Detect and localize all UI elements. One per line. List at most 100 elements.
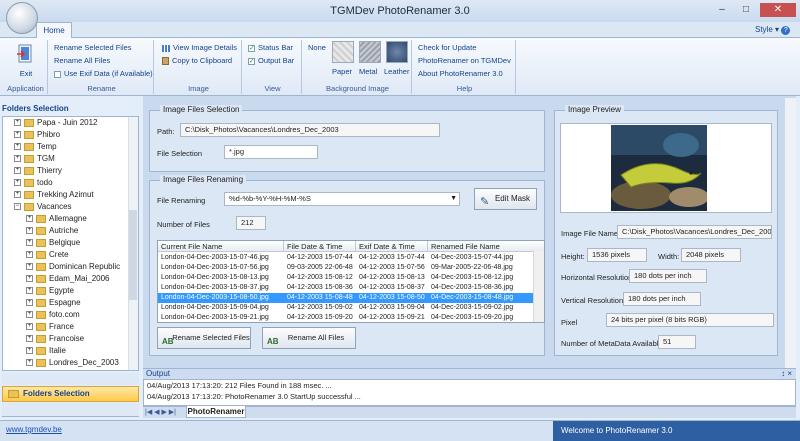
folder-tree-item[interactable]: + Crete: [26, 249, 69, 261]
main-scrollbar[interactable]: [785, 98, 796, 368]
exit-label[interactable]: Exit: [4, 69, 48, 78]
paper-texture-icon[interactable]: [332, 41, 354, 63]
copy-clipboard-button[interactable]: Copy to Clipboard: [162, 56, 232, 66]
expand-icon[interactable]: +: [26, 251, 33, 259]
expand-icon[interactable]: +: [14, 179, 21, 187]
expand-icon[interactable]: +: [26, 287, 33, 295]
output-pin-close[interactable]: ↕ ×: [781, 369, 792, 379]
expand-icon[interactable]: +: [26, 275, 33, 283]
folder-tree-item[interactable]: + Phibro: [14, 129, 60, 141]
output-bar-toggle[interactable]: ✓ Output Bar: [248, 56, 294, 65]
expand-icon[interactable]: +: [14, 143, 21, 151]
folder-tree-item[interactable]: + Egypte: [26, 285, 74, 297]
help-icon[interactable]: ?: [781, 26, 791, 35]
output-bar-checkbox[interactable]: ✓: [248, 57, 255, 65]
style-menu[interactable]: Style ▾ ?: [755, 25, 791, 35]
background-paper[interactable]: Paper: [332, 67, 352, 76]
view-details-button[interactable]: View Image Details: [162, 43, 237, 52]
table-row[interactable]: London-04-Dec-2003-15-07-56.jpg 09-03-200…: [158, 263, 534, 273]
expand-icon[interactable]: +: [26, 227, 33, 235]
background-none[interactable]: None: [308, 43, 326, 52]
file-selection-field[interactable]: *.jpg: [224, 145, 318, 159]
folder-tree-item[interactable]: + Italie: [26, 345, 66, 357]
tab-home[interactable]: Home: [36, 22, 72, 39]
table-row[interactable]: London-04-Dec-2003-15-08-37.jpg 04-12-200…: [158, 283, 534, 293]
nav-arrows[interactable]: |◀ ◀ ▶ ▶|: [145, 408, 176, 416]
folder-tree-item[interactable]: − Vacances: [14, 201, 72, 213]
tree-scroll-thumb[interactable]: [129, 210, 137, 300]
folder-tree-item[interactable]: + Espagne: [26, 297, 81, 309]
folder-tree-item[interactable]: + todo: [14, 177, 53, 189]
tgmdev-link[interactable]: PhotoRenamer on TGMDev: [418, 56, 511, 65]
expand-icon[interactable]: +: [26, 323, 33, 331]
folder-tree-item[interactable]: + France: [26, 321, 74, 333]
rename-all-button[interactable]: AB Rename All Files: [262, 327, 356, 349]
folder-tree-item[interactable]: + Thierry: [14, 165, 62, 177]
expand-icon[interactable]: +: [26, 299, 33, 307]
folders-selection-bar[interactable]: Folders Selection: [2, 386, 139, 402]
expand-icon[interactable]: +: [14, 191, 21, 199]
column-header-exif-date[interactable]: Exif Date & Time: [356, 241, 428, 252]
folder-tree-item[interactable]: + Londres_Dec_2003: [26, 357, 119, 369]
minimize-button[interactable]: –: [710, 3, 734, 17]
table-row[interactable]: London-04-Dec-2003-15-09-04.jpg 04-12-200…: [158, 303, 534, 313]
close-button[interactable]: ✕: [760, 3, 796, 17]
expand-icon[interactable]: +: [26, 215, 33, 223]
folder-tree-item[interactable]: + Papa - Juin 2012: [14, 117, 98, 129]
expand-icon[interactable]: +: [26, 263, 33, 271]
tree-horizontal-scrollbar[interactable]: [2, 373, 139, 385]
table-row[interactable]: London-04-Dec-2003-15-09-21.jpg 04-12-200…: [158, 313, 534, 322]
expand-icon[interactable]: +: [26, 347, 33, 355]
application-menu-button[interactable]: [6, 2, 38, 34]
table-scrollbar[interactable]: [533, 251, 544, 322]
expand-icon[interactable]: +: [26, 239, 33, 247]
folder-tree-item[interactable]: + Belgique: [26, 237, 80, 249]
check-update-link[interactable]: Check for Update: [418, 43, 476, 52]
table-row[interactable]: London-04-Dec-2003-15-08-13.jpg 04-12-200…: [158, 273, 534, 283]
expand-icon[interactable]: +: [14, 131, 21, 139]
path-field[interactable]: C:\Disk_Photos\Vacances\Londres_Dec_2003: [180, 123, 440, 137]
status-bar-checkbox[interactable]: ✓: [248, 44, 255, 52]
rename-selected-menu[interactable]: Rename Selected Files: [54, 43, 132, 52]
expand-icon[interactable]: +: [14, 155, 21, 163]
status-bar-toggle[interactable]: ✓ Status Bar: [248, 43, 293, 52]
folder-tree-item[interactable]: + Allemagne: [26, 213, 87, 225]
rename-all-menu[interactable]: Rename All Files: [54, 56, 110, 65]
maximize-button[interactable]: □: [734, 3, 758, 17]
table-row[interactable]: London-04-Dec-2003-15-07-46.jpg 04-12-200…: [158, 253, 534, 263]
folder-tree-item[interactable]: + Dominican Republic: [26, 261, 120, 273]
expand-icon[interactable]: +: [26, 359, 33, 367]
column-header-file-date[interactable]: File Date & Time: [284, 241, 356, 252]
table-row[interactable]: London-04-Dec-2003-15-08-50.jpg 04-12-200…: [158, 293, 534, 303]
tab-photorenamer[interactable]: PhotoRenamer: [186, 406, 246, 418]
folder-tree-item[interactable]: + Edam_Mai_2006: [26, 273, 109, 285]
folder-tree-item[interactable]: + foto.com: [26, 309, 80, 321]
background-leather[interactable]: Leather: [384, 67, 409, 76]
folder-tree-item[interactable]: + Autriche: [26, 225, 78, 237]
table-cell: 04-12-2003 15-08-50: [359, 294, 425, 301]
folder-tree-item[interactable]: + Temp: [14, 141, 57, 153]
metal-texture-icon[interactable]: [359, 41, 381, 63]
expand-icon[interactable]: +: [14, 119, 21, 127]
edit-mask-button[interactable]: ✎ Edit Mask: [474, 188, 537, 210]
folder-tree-item[interactable]: + TGM: [14, 153, 55, 165]
background-metal[interactable]: Metal: [359, 67, 377, 76]
column-header-renamed[interactable]: Renamed File Name: [428, 241, 544, 252]
exif-checkbox[interactable]: [54, 70, 61, 78]
renaming-mask-select[interactable]: %d-%b-%Y-%H-%M-%S ▼: [224, 192, 460, 206]
leather-texture-icon[interactable]: [386, 41, 408, 63]
folder-tree-item[interactable]: + Francoise: [26, 333, 84, 345]
expand-icon[interactable]: +: [26, 335, 33, 343]
column-header-current[interactable]: Current File Name: [158, 241, 284, 252]
exit-button[interactable]: [15, 43, 35, 65]
website-link[interactable]: www.tgmdev.be: [6, 425, 62, 434]
exif-checkbox-row[interactable]: Use Exif Data (if Available): [54, 69, 153, 78]
about-link[interactable]: About PhotoRenamer 3.0: [418, 69, 503, 78]
file-table[interactable]: Current File Name File Date & Time Exif …: [157, 240, 545, 323]
chevron-down-icon[interactable]: ▼: [450, 193, 457, 205]
expand-icon[interactable]: −: [14, 203, 21, 211]
expand-icon[interactable]: +: [14, 167, 21, 175]
folder-tree-item[interactable]: + Trekking Azimut: [14, 189, 94, 201]
expand-icon[interactable]: +: [26, 311, 33, 319]
rename-selected-button[interactable]: AB Rename Selected Files: [157, 327, 251, 349]
